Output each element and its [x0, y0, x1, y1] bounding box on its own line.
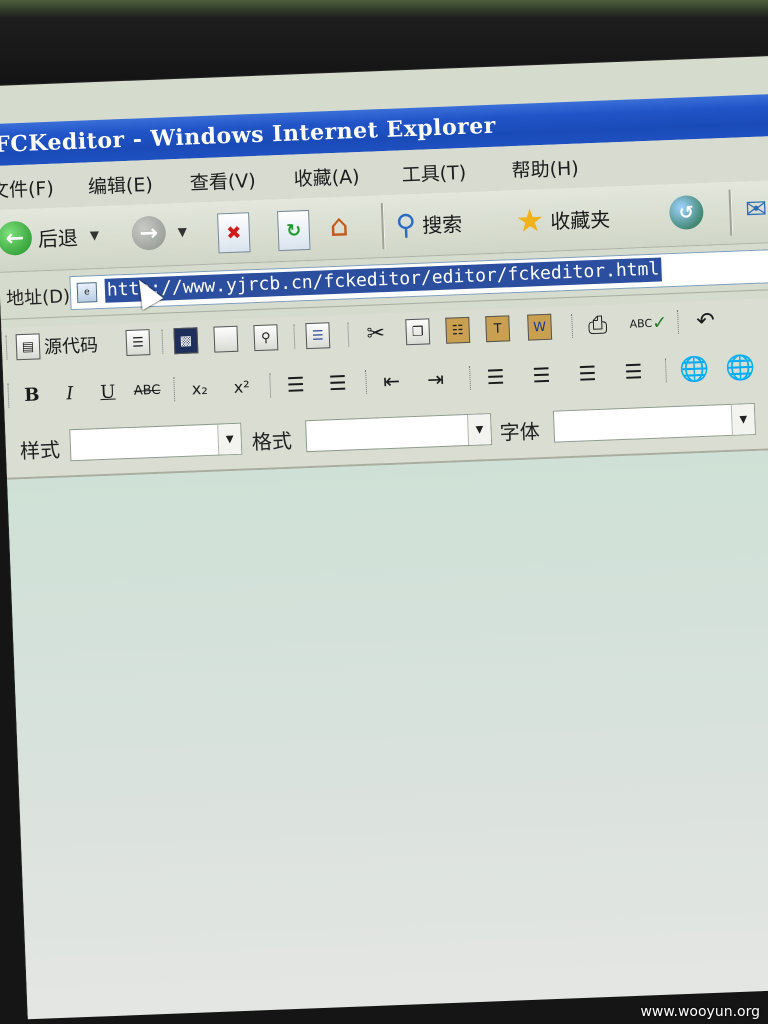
subscript-button[interactable]: x₂ [187, 374, 212, 403]
preview-icon[interactable]: ⚲ [253, 323, 279, 352]
new-page-icon[interactable] [213, 325, 239, 354]
fckeditor-toolbar: ▤ 源代码 ☰ ▩ ⚲ ☰ ✂ ❐ ☷ T W ⎙ ABC ✓ ↶ B I U … [1, 297, 768, 480]
browser-window: FCKeditor - Windows Internet Explorer 文件… [0, 55, 768, 1020]
back-button[interactable]: ← 后退 ▼ [0, 218, 100, 256]
address-label: 地址(D) [5, 286, 71, 310]
toolbar-separator [380, 203, 386, 250]
chevron-down-icon[interactable]: ▼ [466, 414, 492, 445]
spellcheck-icon: ABC [629, 316, 653, 331]
back-dropdown-icon[interactable]: ▼ [90, 228, 100, 242]
paste-word-icon[interactable]: W [527, 313, 553, 342]
outdent-icon[interactable]: ⇤ [379, 366, 404, 395]
search-label: 搜索 [421, 212, 463, 238]
forward-dropdown-icon[interactable]: ▼ [177, 225, 187, 239]
paste-icon[interactable]: ☷ [445, 316, 471, 345]
menu-help[interactable]: 帮助(H) [511, 154, 579, 184]
ordered-list-icon[interactable]: ☰ [283, 370, 308, 399]
toolbar-separator [728, 189, 734, 236]
align-justify-icon[interactable]: ☰ [621, 357, 646, 386]
search-button[interactable]: ⚲ 搜索 [395, 206, 463, 242]
save-icon[interactable]: ▩ [173, 326, 199, 355]
history-icon: ↺ [668, 194, 705, 231]
undo-icon[interactable]: ↶ [693, 306, 718, 335]
strikethrough-button[interactable]: ABC [133, 376, 161, 405]
chevron-down-icon[interactable]: ▼ [730, 403, 755, 435]
cut-icon[interactable]: ✂ [363, 319, 388, 348]
font-label: 字体 [499, 419, 541, 445]
toolbar-separator [173, 377, 178, 402]
back-arrow-icon: ← [0, 220, 33, 256]
mail-icon[interactable]: ✉ [745, 194, 768, 225]
underline-button[interactable]: U [95, 377, 120, 406]
bold-button[interactable]: B [19, 380, 44, 409]
italic-button[interactable]: I [57, 379, 82, 408]
menu-edit[interactable]: 编辑(E) [87, 170, 154, 199]
toolbar-separator [571, 313, 576, 338]
toolbar-separator [293, 324, 298, 349]
toolbar-separator [677, 309, 682, 334]
page-icon: e [76, 282, 98, 303]
toolbar-separator [664, 358, 669, 383]
toolbar-separator [269, 373, 274, 398]
source-icon: ▤ [15, 333, 41, 361]
forward-button[interactable]: → ▼ [131, 215, 187, 251]
toolbar-separator [365, 369, 370, 394]
refresh-icon[interactable]: ↻ [277, 209, 311, 252]
style-select[interactable]: ▼ [69, 422, 243, 462]
toolbar-separator [161, 329, 166, 354]
history-button[interactable]: ↺ [668, 194, 705, 231]
search-icon: ⚲ [395, 207, 417, 242]
menu-favorites[interactable]: 收藏(A) [293, 162, 360, 192]
style-label: 样式 [19, 437, 61, 464]
watermark: www.wooyun.org [640, 1004, 760, 1020]
templates-icon[interactable]: ☰ [305, 321, 331, 350]
format-select[interactable]: ▼ [305, 413, 493, 453]
chevron-down-icon[interactable]: ▼ [217, 423, 242, 455]
align-left-icon[interactable]: ☰ [483, 362, 508, 391]
menu-view[interactable]: 查看(V) [189, 166, 256, 196]
spellcheck-button[interactable]: ABC ✓ [629, 308, 668, 337]
forward-arrow-icon: → [131, 215, 167, 251]
toolbar-separator [469, 365, 474, 390]
source-button[interactable]: ▤ 源代码 [15, 330, 99, 361]
doc-props-icon[interactable]: ☰ [125, 328, 151, 357]
copy-icon[interactable]: ❐ [405, 317, 431, 346]
favorites-label: 收藏夹 [549, 206, 611, 234]
align-right-icon[interactable]: ☰ [575, 359, 600, 388]
superscript-button[interactable]: x² [229, 372, 254, 401]
paste-text-icon[interactable]: T [485, 314, 511, 343]
back-label: 后退 [37, 225, 79, 251]
toolbar-separator [347, 322, 352, 347]
toolbar-grip [7, 383, 12, 408]
source-label: 源代码 [43, 335, 99, 359]
menu-file[interactable]: 文件(F) [0, 174, 54, 203]
font-select[interactable]: ▼ [552, 402, 756, 443]
insert-link-icon[interactable]: 🌐 [679, 355, 710, 384]
print-icon[interactable]: ⎙ [585, 310, 610, 340]
remove-link-icon[interactable]: 🌐 [725, 353, 756, 382]
indent-icon[interactable]: ⇥ [423, 365, 448, 394]
editor-content-area[interactable] [7, 448, 768, 1020]
format-label: 格式 [251, 428, 293, 455]
unordered-list-icon[interactable]: ☰ [325, 368, 350, 397]
favorites-button[interactable]: ★ 收藏夹 [515, 198, 611, 240]
star-icon: ★ [514, 200, 545, 240]
menu-tools[interactable]: 工具(T) [401, 158, 466, 187]
toolbar-grip [5, 335, 10, 360]
home-icon[interactable]: ⌂ [329, 208, 349, 244]
stop-icon[interactable]: ✖ [217, 212, 251, 254]
align-center-icon[interactable]: ☰ [529, 361, 554, 390]
